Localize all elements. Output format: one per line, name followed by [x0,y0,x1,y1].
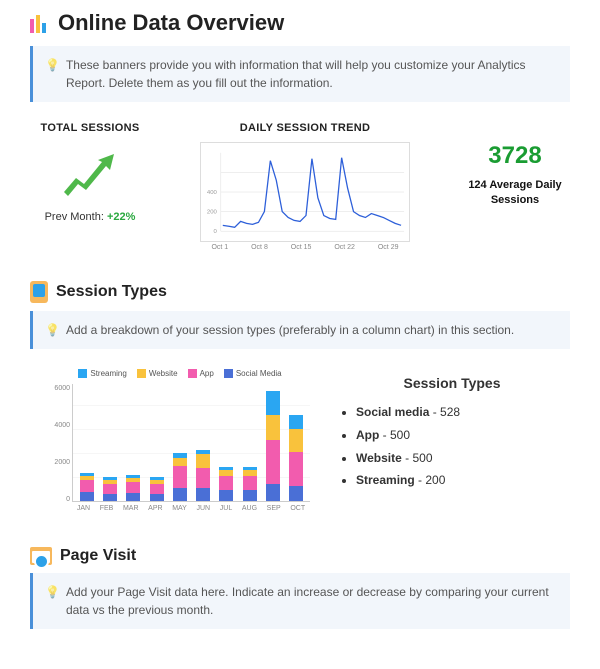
browser-user-icon [30,547,52,565]
total-sessions-block: TOTAL SESSIONS Prev Month: +22% [30,122,150,223]
info-banner-text: Add a breakdown of your session types (p… [66,321,514,339]
x-tick: Oct 29 [378,244,399,251]
info-banner-page-visit: 💡 Add your Page Visit data here. Indicat… [30,573,570,629]
lightbulb-icon: 💡 [45,321,60,339]
x-tick: Oct 22 [334,244,355,251]
list-item: Social media - 528 [356,401,570,424]
bar [103,477,117,502]
info-banner-session-types: 💡 Add a breakdown of your session types … [30,311,570,349]
session-types-title: Session Types [30,281,570,303]
daily-trend-heading: DAILY SESSION TREND [168,122,442,134]
bar [126,475,140,502]
x-tick: Oct 1 [211,244,228,251]
session-types-list-title: Session Types [334,375,570,391]
legend-item: App [188,369,214,378]
x-tick: Oct 15 [291,244,312,251]
daily-trend-chart: 0 200 400 [200,142,410,242]
phone-icon [30,281,48,303]
trend-up-arrow-icon [60,148,120,200]
prev-month-value: +22% [107,211,135,223]
chart-legend: Streaming Website App Social Media [50,369,310,378]
page-title: Online Data Overview [30,10,570,36]
chart-x-ticks: JANFEBMARAPRMAYJUNJULAUGSEPOCT [72,505,310,512]
info-banner-text: Add your Page Visit data here. Indicate … [66,583,558,619]
bar [173,453,187,501]
list-item: App - 500 [356,424,570,447]
total-sessions-value: 3728 [460,142,570,170]
bar [80,473,94,501]
info-banner-text: These banners provide you with informati… [66,56,558,92]
bar [266,391,280,501]
bar [196,450,210,501]
daily-trend-xticks: Oct 1 Oct 8 Oct 15 Oct 22 Oct 29 [200,244,410,251]
legend-item: Streaming [78,369,126,378]
metric-block: 3728 124 Average Daily Sessions [460,122,570,209]
bar [150,477,164,502]
page-title-text: Online Data Overview [58,10,284,36]
legend-item: Website [137,369,178,378]
bar-chart-icon [30,13,50,33]
info-banner-overview: 💡 These banners provide you with informa… [30,46,570,102]
prev-month-label: Prev Month: [45,211,107,223]
avg-sessions-caption: 124 Average Daily Sessions [460,178,570,209]
svg-text:0: 0 [214,229,218,235]
x-tick: Oct 8 [251,244,268,251]
page-visit-heading: Page Visit [60,547,136,565]
list-item: Streaming - 200 [356,469,570,492]
svg-text:200: 200 [207,210,218,216]
summary-row: TOTAL SESSIONS Prev Month: +22% DAILY SE… [30,122,570,251]
chart-y-ticks: 6000400020000 [50,385,70,503]
list-item: Website - 500 [356,447,570,470]
legend-item: Social Media [224,369,282,378]
bar [219,467,233,501]
daily-trend-block: DAILY SESSION TREND 0 200 400 Oct 1 Oct … [168,122,442,251]
prev-month-change: Prev Month: +22% [30,211,150,223]
session-types-heading: Session Types [56,283,167,301]
session-types-row: Streaming Website App Social Media 60004… [50,369,570,519]
lightbulb-icon: 💡 [45,583,60,601]
svg-text:400: 400 [207,190,218,196]
bar [243,467,257,501]
total-sessions-heading: TOTAL SESSIONS [30,122,150,134]
session-types-list: Session Types Social media - 528 App - 5… [334,369,570,492]
lightbulb-icon: 💡 [45,56,60,74]
page-visit-title: Page Visit [30,547,570,565]
session-types-chart: Streaming Website App Social Media 60004… [50,369,310,519]
bar [289,415,303,502]
